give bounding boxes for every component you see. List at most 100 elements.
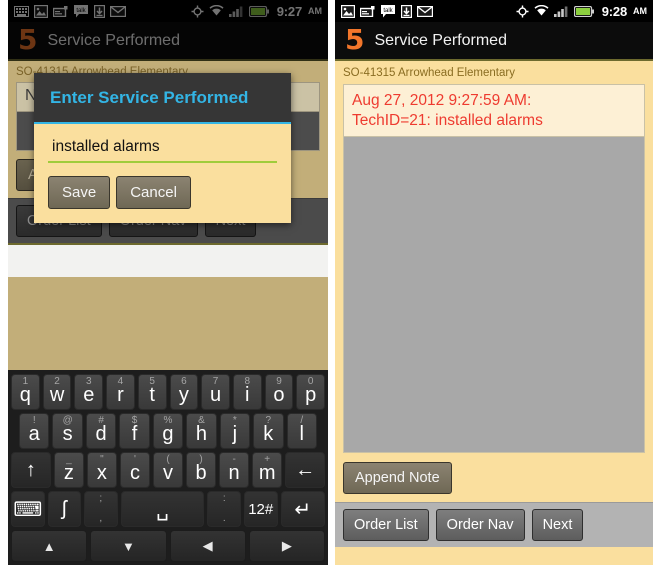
key-alt-label: * <box>232 415 237 426</box>
service-performed-input[interactable] <box>48 136 277 163</box>
key-alt-label: 0 <box>307 376 314 387</box>
left-title-bar: 5 Service Performed <box>8 22 328 61</box>
right-order-nav-button[interactable]: Order Nav <box>435 509 525 541</box>
key-alt-label: 7 <box>212 376 219 387</box>
right-order-list-button[interactable]: Order List <box>343 509 429 541</box>
note-line-timestamp: Aug 27, 2012 9:27:59 AM: <box>352 92 532 109</box>
key-label: y <box>178 384 189 406</box>
key-label: i <box>245 384 250 406</box>
svg-text:talk: talk <box>76 8 86 14</box>
left-white-strip <box>8 245 328 277</box>
gps-icon <box>516 5 529 17</box>
talk-icon: talk <box>381 4 395 17</box>
key-h[interactable]: & h <box>186 413 217 449</box>
semicolon-comma-key[interactable]: ;, <box>84 491 118 527</box>
dialog-body: Save Cancel <box>34 124 291 223</box>
right-page-title: Service Performed <box>374 31 507 49</box>
left-phone-panel: talk 9:27 AM 5 Service Performed SO-4131… <box>8 0 328 565</box>
right-content-area: SO-41315 Arrowhead Elementary Aug 27, 20… <box>335 61 653 565</box>
left-status-right: 9:27 AM <box>191 4 322 19</box>
colon-period-key[interactable]: :. <box>207 491 241 527</box>
battery-icon <box>248 5 269 17</box>
key-alt-label: 2 <box>54 376 60 387</box>
shift-key[interactable]: ↑ <box>11 452 51 488</box>
key-k[interactable]: ? k <box>253 413 284 449</box>
space-key[interactable]: ␣ <box>120 491 205 527</box>
soft-keyboard[interactable]: 1q2w3e4r5t6y7u8i9o0p ! a @ s # d $ f% g & h * j? k / l … <box>8 370 328 565</box>
enter-key[interactable]: ↵ <box>280 491 326 527</box>
left-clock: 9:27 <box>276 3 302 19</box>
download-icon <box>401 4 412 18</box>
key-g[interactable]: % g <box>152 413 184 449</box>
key-z[interactable]: _ z <box>53 452 84 488</box>
key-d[interactable]: # d <box>85 413 117 449</box>
key-c[interactable]: ' c <box>119 452 150 488</box>
key-x[interactable]: " x <box>86 452 117 488</box>
right-title-bar: 5 Service Performed <box>335 22 653 61</box>
left-status-icons: talk <box>14 4 191 18</box>
key-n[interactable]: -n <box>219 452 250 488</box>
nav-right-key[interactable]: ▶ <box>248 530 325 562</box>
key-alt-label: & <box>198 415 205 426</box>
key-label: x <box>96 462 107 484</box>
key-alt-label: 4 <box>117 376 124 387</box>
voice-input-key[interactable]: ʃ <box>47 491 82 527</box>
dialog-save-button[interactable]: Save <box>48 176 111 209</box>
key-p[interactable]: 0p <box>296 374 326 410</box>
key-label: ↵ <box>294 498 312 521</box>
symbols-key[interactable]: 12# <box>243 491 278 527</box>
hide-keyboard-key[interactable]: ⌨ <box>11 491 45 527</box>
key-alt-label: $ <box>131 415 138 426</box>
key-l[interactable]: / l <box>286 413 317 449</box>
right-order-subtitle: SO-41315 Arrowhead Elementary <box>343 67 515 79</box>
key-v[interactable]: (v <box>153 452 184 488</box>
wifi-icon <box>534 5 549 16</box>
keyboard-row-4: ⌨ ʃ;, ␣:. 12# ↵ <box>11 491 326 527</box>
key-a[interactable]: ! a <box>19 413 50 449</box>
key-q[interactable]: 1q <box>11 374 40 410</box>
key-alt-label: _ <box>66 454 72 465</box>
note-line-detail: TechID=21: installed alarms <box>352 112 543 129</box>
key-y[interactable]: 6y <box>169 374 199 410</box>
nav-down-key[interactable]: ▼ <box>90 530 167 562</box>
left-page-title: Service Performed <box>47 31 180 49</box>
key-label: q <box>19 384 31 406</box>
right-note-box[interactable]: Aug 27, 2012 9:27:59 AM: TechID=21: inst… <box>343 84 645 137</box>
nav-up-key[interactable]: ▲ <box>11 530 88 562</box>
nav-left-key[interactable]: ◀ <box>169 530 246 562</box>
key-t[interactable]: 5t <box>137 374 167 410</box>
key-label: j <box>232 423 238 445</box>
key-label: u <box>210 384 222 406</box>
backspace-key[interactable]: ← <box>285 452 326 488</box>
key-label: h <box>195 423 207 445</box>
key-label: ↑ <box>25 458 36 481</box>
signal-icon <box>553 6 568 17</box>
key-u[interactable]: 7u <box>201 374 230 410</box>
right-append-note-button[interactable]: Append Note <box>343 462 452 494</box>
key-label: e <box>83 384 95 406</box>
key-alt-label: ' <box>134 454 136 465</box>
key-s[interactable]: @ s <box>52 413 83 449</box>
right-append-row: Append Note <box>335 453 653 502</box>
key-label: s <box>62 423 73 445</box>
key-o[interactable]: 9o <box>264 374 294 410</box>
key-b[interactable]: ) b <box>186 452 217 488</box>
key-i[interactable]: 8i <box>232 374 262 410</box>
key-f[interactable]: $ f <box>119 413 150 449</box>
key-label: t <box>149 384 155 406</box>
key-alt-label: + <box>264 454 271 465</box>
right-phone-panel: talk 9:28 AM 5 Service Performed SO-4131… <box>335 0 653 565</box>
gps-icon <box>191 5 204 17</box>
right-next-button[interactable]: Next <box>531 509 584 541</box>
card-icon <box>53 5 68 17</box>
key-alt-label: 8 <box>244 376 251 387</box>
dialog-cancel-button[interactable]: Cancel <box>116 176 191 209</box>
key-alt-label: ) <box>199 454 203 465</box>
key-e[interactable]: 3e <box>74 374 104 410</box>
key-j[interactable]: * j <box>219 413 251 449</box>
key-m[interactable]: + m <box>252 452 283 488</box>
key-w[interactable]: 2w <box>42 374 72 410</box>
key-alt2-label: , <box>99 513 103 524</box>
key-alt-label: / <box>300 415 304 426</box>
key-r[interactable]: 4r <box>106 374 135 410</box>
